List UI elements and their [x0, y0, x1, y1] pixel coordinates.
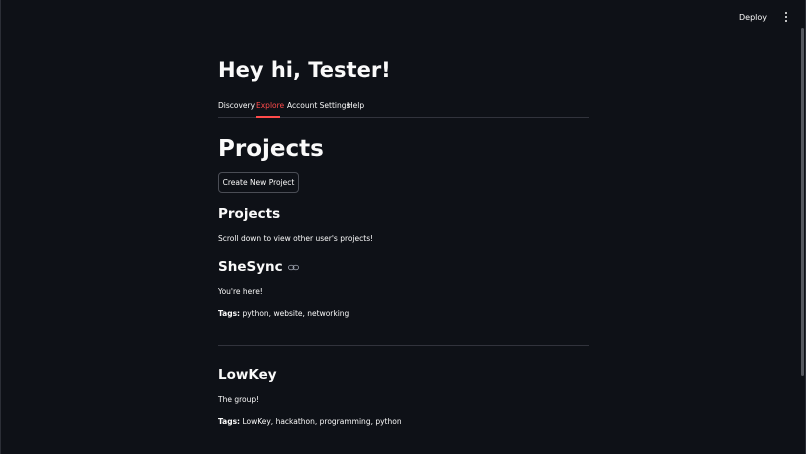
tab-help[interactable]: Help — [347, 101, 364, 110]
project-description: You're here! — [218, 287, 263, 296]
tab-account-settings[interactable]: Account Settings — [287, 101, 350, 110]
project-name: SheSync — [218, 259, 283, 275]
top-toolbar: Deploy — [733, 0, 805, 34]
projects-section-description: Scroll down to view other user's project… — [218, 234, 374, 243]
divider — [218, 345, 589, 346]
app-window: Deploy Hey hi, Tester! Discovery Explore… — [0, 0, 806, 454]
create-new-project-button[interactable]: Create New Project — [218, 172, 299, 193]
project-description: The group! — [218, 395, 260, 404]
tags-value: python, website, networking — [242, 309, 350, 318]
project-tags: Tags: LowKey, hackathon, programming, py… — [218, 417, 402, 426]
more-options-icon[interactable] — [779, 10, 793, 24]
active-tab-indicator — [256, 116, 280, 118]
tab-bar: Discovery Explore Account Settings Help — [218, 97, 589, 118]
projects-section-heading: Projects — [218, 206, 281, 222]
tab-discovery[interactable]: Discovery — [218, 101, 255, 110]
deploy-button[interactable]: Deploy — [733, 9, 773, 26]
project-title: SheSync — [218, 259, 299, 275]
link-icon[interactable] — [287, 264, 299, 271]
project-name: LowKey — [218, 367, 277, 383]
greeting-title: Hey hi, Tester! — [218, 58, 391, 82]
project-title: LowKey — [218, 367, 277, 383]
tab-explore[interactable]: Explore — [256, 101, 284, 110]
tags-label: Tags: — [218, 309, 241, 318]
page-title: Projects — [218, 136, 324, 162]
project-tags: Tags: python, website, networking — [218, 309, 349, 318]
tags-label: Tags: — [218, 417, 241, 426]
tags-value: LowKey, hackathon, programming, python — [242, 417, 402, 426]
scrollbar[interactable] — [801, 28, 804, 376]
